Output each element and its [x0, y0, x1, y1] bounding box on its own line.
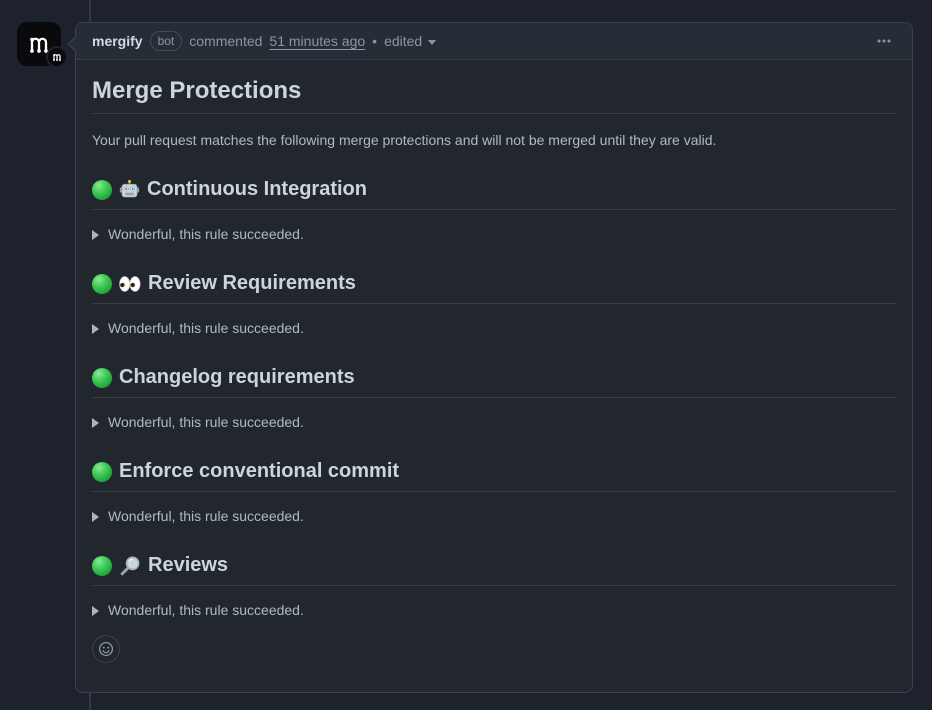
details-summary-text: Wonderful, this rule succeeded. [108, 600, 304, 621]
kebab-menu-button[interactable] [872, 29, 896, 53]
bot-badge: bot [150, 31, 183, 51]
green-circle-emoji [92, 556, 112, 576]
timestamp-link[interactable]: 51 minutes ago [269, 33, 365, 49]
author-link[interactable]: mergify [92, 33, 143, 49]
add-reaction-button[interactable] [92, 635, 120, 663]
section-heading-continuous-integration: Continuous Integration [92, 177, 896, 210]
green-circle-emoji [92, 462, 112, 482]
section-heading-reviews: Reviews [92, 553, 896, 586]
comment-body: Merge Protections Your pull request matc… [76, 60, 912, 679]
details-marker-icon [92, 418, 99, 428]
commented-text: commented [189, 33, 262, 49]
separator-dot: • [372, 33, 377, 49]
details-summary-text: Wonderful, this rule succeeded. [108, 506, 304, 527]
green-circle-emoji [92, 274, 112, 294]
details-toggle[interactable]: Wonderful, this rule succeeded. [92, 224, 896, 245]
details-marker-icon [92, 606, 99, 616]
section-heading-enforce-conventional-commit: Enforce conventional commit [92, 459, 896, 492]
avatar-bot-badge [46, 46, 68, 68]
rule-details: Wonderful, this rule succeeded. [92, 412, 896, 433]
section-heading-review-requirements: Review Requirements [92, 271, 896, 304]
smiley-icon [98, 641, 114, 657]
comment-caret-fill [69, 37, 77, 51]
green-circle-emoji [92, 180, 112, 200]
robot-emoji [119, 179, 140, 200]
green-circle-emoji [92, 368, 112, 388]
details-summary-text: Wonderful, this rule succeeded. [108, 318, 304, 339]
details-summary-text: Wonderful, this rule succeeded. [108, 412, 304, 433]
details-marker-icon [92, 230, 99, 240]
section-heading-changelog-requirements: Changelog requirements [92, 365, 896, 398]
details-summary-text: Wonderful, this rule succeeded. [108, 224, 304, 245]
merge-protections-title: Merge Protections [92, 76, 896, 114]
magnifying-glass-emoji [119, 555, 141, 577]
intro-text: Your pull request matches the following … [92, 130, 896, 151]
rule-details: Wonderful, this rule succeeded. [92, 600, 896, 621]
chevron-down-icon [428, 40, 436, 45]
details-toggle[interactable]: Wonderful, this rule succeeded. [92, 318, 896, 339]
section-title: Continuous Integration [147, 177, 367, 202]
comment-header: mergify bot commented 51 minutes ago • e… [76, 23, 912, 60]
details-toggle[interactable]: Wonderful, this rule succeeded. [92, 506, 896, 527]
details-toggle[interactable]: Wonderful, this rule succeeded. [92, 600, 896, 621]
kebab-horizontal-icon [876, 33, 892, 49]
rule-details: Wonderful, this rule succeeded. [92, 224, 896, 245]
section-title: Reviews [148, 553, 228, 578]
mergify-avatar[interactable] [17, 22, 61, 66]
eyes-emoji [119, 276, 141, 292]
edited-label: edited [384, 33, 422, 49]
section-title: Changelog requirements [119, 365, 355, 390]
section-title: Enforce conventional commit [119, 459, 399, 484]
rule-details: Wonderful, this rule succeeded. [92, 506, 896, 527]
section-title: Review Requirements [148, 271, 356, 296]
details-toggle[interactable]: Wonderful, this rule succeeded. [92, 412, 896, 433]
rule-details: Wonderful, this rule succeeded. [92, 318, 896, 339]
edited-dropdown-button[interactable]: edited [384, 33, 436, 49]
details-marker-icon [92, 512, 99, 522]
mergify-badge-logo-icon [51, 51, 63, 63]
details-marker-icon [92, 324, 99, 334]
comment-card: mergify bot commented 51 minutes ago • e… [75, 22, 913, 693]
